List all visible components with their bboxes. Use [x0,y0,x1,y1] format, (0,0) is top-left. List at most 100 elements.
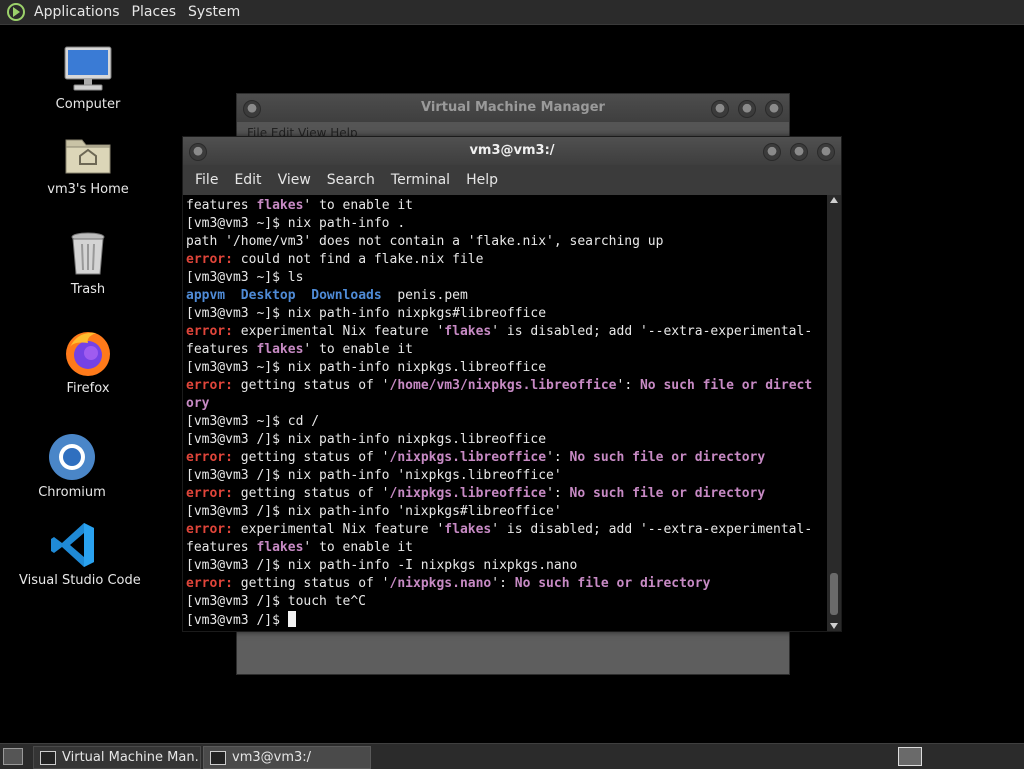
terminal-menu-edit[interactable]: Edit [226,172,269,188]
terminal-text-segment: flakes [444,324,492,339]
terminal-menu-file[interactable]: File [187,172,226,188]
terminal-line: [vm3@vm3 ~]$ nix path-info nixpkgs.libre… [186,359,827,377]
terminal-text-segment: /nixpkgs.nano [389,576,492,591]
terminal-text-segment: ': [616,378,640,393]
terminal-line: [vm3@vm3 ~]$ nix path-info nixpkgs#libre… [186,305,827,323]
vmm-task-icon [40,750,56,765]
terminal-line: path '/home/vm3' does not contain a 'fla… [186,233,827,251]
terminal-text-segment: [vm3@vm3 ~]$ nix path-info nixpkgs.libre… [186,360,547,375]
terminal-text-segment: experimental Nix feature ' [232,324,445,339]
terminal-text-segment: [vm3@vm3 ~]$ nix path-info nixpkgs#libre… [186,306,547,321]
terminal-text-segment: could not find a flake.nix file [232,252,484,267]
task-button-vmm[interactable]: Virtual Machine Man... [33,746,201,769]
terminal-line: features flakes' to enable it [186,341,827,359]
home-folder-icon [65,139,111,174]
terminal-text-segment: ' is disabled; add '--extra-experimental… [491,522,813,537]
vscode-icon [51,523,94,567]
workspace-switcher[interactable] [898,747,922,766]
desktop-icon-computer[interactable]: Computer [33,43,143,112]
terminal-line: [vm3@vm3 /]$ touch te^C [186,593,827,611]
terminal-text-segment: /nixpkgs.libreoffice [389,486,547,501]
firefox-icon [66,332,110,376]
terminal-text-segment: flakes [444,522,492,537]
terminal-text-segment: flakes [256,198,304,213]
vmm-minimize-button[interactable] [711,100,729,118]
terminal-line: ory [186,395,827,413]
task-button-terminal[interactable]: vm3@vm3:/ [203,746,371,769]
terminal-text-segment: error: [186,252,233,267]
terminal-text-segment: ' to enable it [303,342,413,357]
terminal-line: appvm Desktop Downloads penis.pem [186,287,827,305]
terminal-minimize-button[interactable] [763,143,781,161]
terminal-titlebar[interactable]: vm3@vm3:/ [183,137,841,165]
terminal-text-segment: getting status of ' [232,378,390,393]
terminal-line: error: getting status of '/nixpkgs.libre… [186,485,827,503]
scroll-down-arrow-icon[interactable] [830,623,838,629]
terminal-text-segment: error: [186,486,233,501]
bottom-taskbar: Virtual Machine Man... vm3@vm3:/ [0,743,1024,769]
places-menu[interactable]: Places [126,0,183,24]
desktop-icon-chromium[interactable]: Chromium [17,431,127,500]
terminal-menu-terminal[interactable]: Terminal [383,172,458,188]
terminal-close-button[interactable] [817,143,835,161]
desktop-icon-label: Visual Studio Code [19,573,141,588]
terminal-text-segment: ': [491,576,515,591]
terminal-menu-help[interactable]: Help [458,172,506,188]
terminal-text-segment: [vm3@vm3 /]$ nix path-info nixpkgs.libre… [186,432,547,447]
terminal-task-icon [210,750,226,765]
terminal-output[interactable]: features flakes' to enable it [vm3@vm3 ~]… [183,195,827,631]
terminal-menu-view[interactable]: View [270,172,319,188]
task-button-label: Virtual Machine Man... [62,750,201,765]
terminal-text-segment: No such file or directory [569,450,766,465]
terminal-line: [vm3@vm3 ~]$ nix path-info . [186,215,827,233]
vmm-maximize-button[interactable] [738,100,756,118]
terminal-line: error: experimental Nix feature 'flakes'… [186,323,827,341]
scroll-up-arrow-icon[interactable] [830,197,838,203]
terminal-line: [vm3@vm3 ~]$ ls [186,269,827,287]
terminal-menu-search[interactable]: Search [319,172,383,188]
terminal-text-segment: No such file or direct [639,378,813,393]
terminal-text-segment: [vm3@vm3 ~]$ ls [186,270,304,285]
vmm-titlebar[interactable]: Virtual Machine Manager [237,94,789,122]
top-panel: Applications Places System [0,0,1024,25]
terminal-text-segment: Downloads [311,288,382,303]
terminal-text-segment: error: [186,324,233,339]
terminal-text-segment: getting status of ' [232,450,390,465]
terminal-text-segment: flakes [256,540,304,555]
computer-icon [64,46,112,91]
desktop-icon-trash[interactable]: Trash [33,228,143,297]
terminal-window-title: vm3@vm3:/ [469,143,555,158]
terminal-text-segment: /home/vm3/nixpkgs.libreoffice [389,378,617,393]
show-desktop-icon[interactable] [3,748,23,765]
terminal-line: [vm3@vm3 /]$ [186,611,827,630]
terminal-maximize-button[interactable] [790,143,808,161]
terminal-text-segment: Desktop [240,288,296,303]
terminal-text-segment: ' to enable it [303,198,413,213]
terminal-text-segment: error: [186,522,233,537]
vmm-close-button[interactable] [765,100,783,118]
terminal-text-segment: No such file or directory [569,486,766,501]
scrollbar-thumb[interactable] [830,573,838,615]
terminal-text-segment: error: [186,450,233,465]
desktop-icon-label: Trash [70,282,106,297]
desktop-icon-vscode[interactable]: Visual Studio Code [19,519,141,588]
terminal-line: [vm3@vm3 /]$ nix path-info -I nixpkgs ni… [186,557,827,575]
desktop-icon-home[interactable]: vm3's Home [33,128,143,197]
terminal-text-segment: [vm3@vm3 /]$ nix path-info 'nixpkgs.libr… [186,468,562,483]
task-button-label: vm3@vm3:/ [232,750,312,765]
desktop-icon-firefox[interactable]: Firefox [33,327,143,396]
terminal-line: [vm3@vm3 /]$ nix path-info 'nixpkgs.libr… [186,467,827,485]
desktop-icon-label: Computer [55,97,121,112]
terminal-menubar: File Edit View Search Terminal Help [183,165,841,195]
trash-icon [71,232,105,275]
terminal-text-segment: experimental Nix feature ' [232,522,445,537]
terminal-text-segment: [vm3@vm3 /]$ nix path-info -I nixpkgs ni… [186,558,578,573]
terminal-window[interactable]: vm3@vm3:/ File Edit View Search Terminal… [182,136,842,632]
terminal-text-segment: getting status of ' [232,576,390,591]
terminal-scrollbar[interactable] [827,195,841,631]
applications-menu[interactable]: Applications [28,0,126,24]
applications-logo-icon[interactable] [6,2,26,22]
system-menu[interactable]: System [182,0,246,24]
terminal-line: features flakes' to enable it [186,539,827,557]
terminal-line: error: getting status of '/home/vm3/nixp… [186,377,827,395]
